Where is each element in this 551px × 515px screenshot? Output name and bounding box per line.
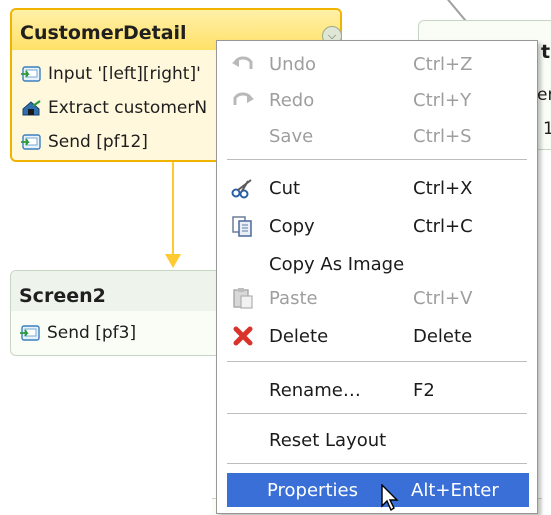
menu-separator bbox=[227, 361, 527, 362]
menu-item-shortcut: Ctrl+Z bbox=[413, 53, 473, 75]
mouse-cursor-icon bbox=[381, 484, 399, 512]
menu-item-label: Cut bbox=[269, 177, 301, 199]
input-action-icon bbox=[21, 66, 41, 82]
menu-separator bbox=[227, 413, 527, 414]
menu-item-shortcut: Ctrl+S bbox=[413, 125, 472, 147]
paste-icon bbox=[231, 287, 255, 309]
menu-item-shortcut: Ctrl+Y bbox=[413, 89, 472, 111]
connector-line bbox=[172, 162, 174, 258]
menu-item-shortcut: Alt+Enter bbox=[411, 479, 499, 501]
menu-item-label: Save bbox=[269, 125, 314, 147]
menu-item-redo[interactable]: Redo Ctrl+Y bbox=[219, 83, 535, 117]
menu-item-label: Properties bbox=[267, 479, 358, 501]
extract-action-icon bbox=[22, 100, 41, 116]
node-screen2[interactable]: Screen2 Send [pf3] bbox=[10, 270, 230, 356]
node-row-fragment: er bbox=[537, 85, 551, 105]
menu-item-label: Delete bbox=[269, 325, 329, 347]
node-action-row[interactable]: Input '[left][right]' bbox=[20, 64, 201, 84]
menu-separator bbox=[227, 159, 527, 160]
redo-icon bbox=[231, 89, 255, 111]
menu-separator bbox=[227, 463, 527, 464]
node-action-row[interactable]: Extract customerN bbox=[20, 98, 207, 118]
node-action-row[interactable]: Send [pf12] bbox=[20, 132, 148, 152]
menu-item-copy-as-image[interactable]: Copy As Image bbox=[219, 247, 535, 281]
node-title: CustomerDetail bbox=[20, 22, 187, 44]
menu-item-reset-layout[interactable]: Reset Layout bbox=[219, 423, 535, 457]
menu-item-delete[interactable]: Delete Delete bbox=[219, 319, 535, 353]
menu-item-properties[interactable]: Properties Alt+Enter bbox=[227, 473, 529, 507]
send-action-icon bbox=[21, 134, 41, 150]
copy-icon bbox=[231, 215, 255, 237]
node-row-fragment: 1 bbox=[543, 119, 551, 139]
connector-arrowhead bbox=[165, 254, 181, 268]
menu-item-copy[interactable]: Copy Ctrl+C bbox=[219, 209, 535, 243]
menu-item-shortcut: Delete bbox=[413, 325, 473, 347]
node-title-fragment: t bbox=[541, 41, 551, 63]
delete-x-icon bbox=[231, 325, 255, 347]
undo-icon bbox=[231, 53, 255, 75]
menu-item-rename[interactable]: Rename… F2 bbox=[219, 373, 535, 407]
menu-item-label: Undo bbox=[269, 53, 317, 75]
menu-item-label: Reset Layout bbox=[269, 429, 387, 451]
menu-item-shortcut: Ctrl+V bbox=[413, 287, 473, 309]
menu-item-shortcut: F2 bbox=[413, 379, 435, 401]
menu-item-save[interactable]: Save Ctrl+S bbox=[219, 119, 535, 153]
menu-item-label: Redo bbox=[269, 89, 315, 111]
node-action-label: Input '[left][right]' bbox=[48, 64, 201, 84]
menu-item-cut[interactable]: Cut Ctrl+X bbox=[219, 171, 535, 205]
menu-item-shortcut: Ctrl+C bbox=[413, 215, 473, 237]
node-action-label: Extract customerN bbox=[48, 98, 208, 118]
menu-item-label: Rename… bbox=[269, 379, 361, 401]
menu-item-shortcut: Ctrl+X bbox=[413, 177, 473, 199]
scissors-icon bbox=[231, 177, 255, 199]
menu-item-undo[interactable]: Undo Ctrl+Z bbox=[219, 47, 535, 81]
context-menu: Undo Ctrl+Z Redo Ctrl+Y Save Ctrl+S Cut … bbox=[216, 40, 538, 514]
node-title: Screen2 bbox=[19, 285, 106, 307]
menu-item-paste[interactable]: Paste Ctrl+V bbox=[219, 281, 535, 315]
menu-item-label: Paste bbox=[269, 287, 318, 309]
menu-item-label: Copy bbox=[269, 215, 315, 237]
node-action-row[interactable]: Send [pf3] bbox=[19, 323, 136, 343]
node-action-label: Send [pf3] bbox=[47, 323, 137, 343]
menu-item-label: Copy As Image bbox=[269, 253, 405, 275]
node-action-label: Send [pf12] bbox=[48, 132, 148, 152]
send-action-icon bbox=[20, 325, 40, 341]
